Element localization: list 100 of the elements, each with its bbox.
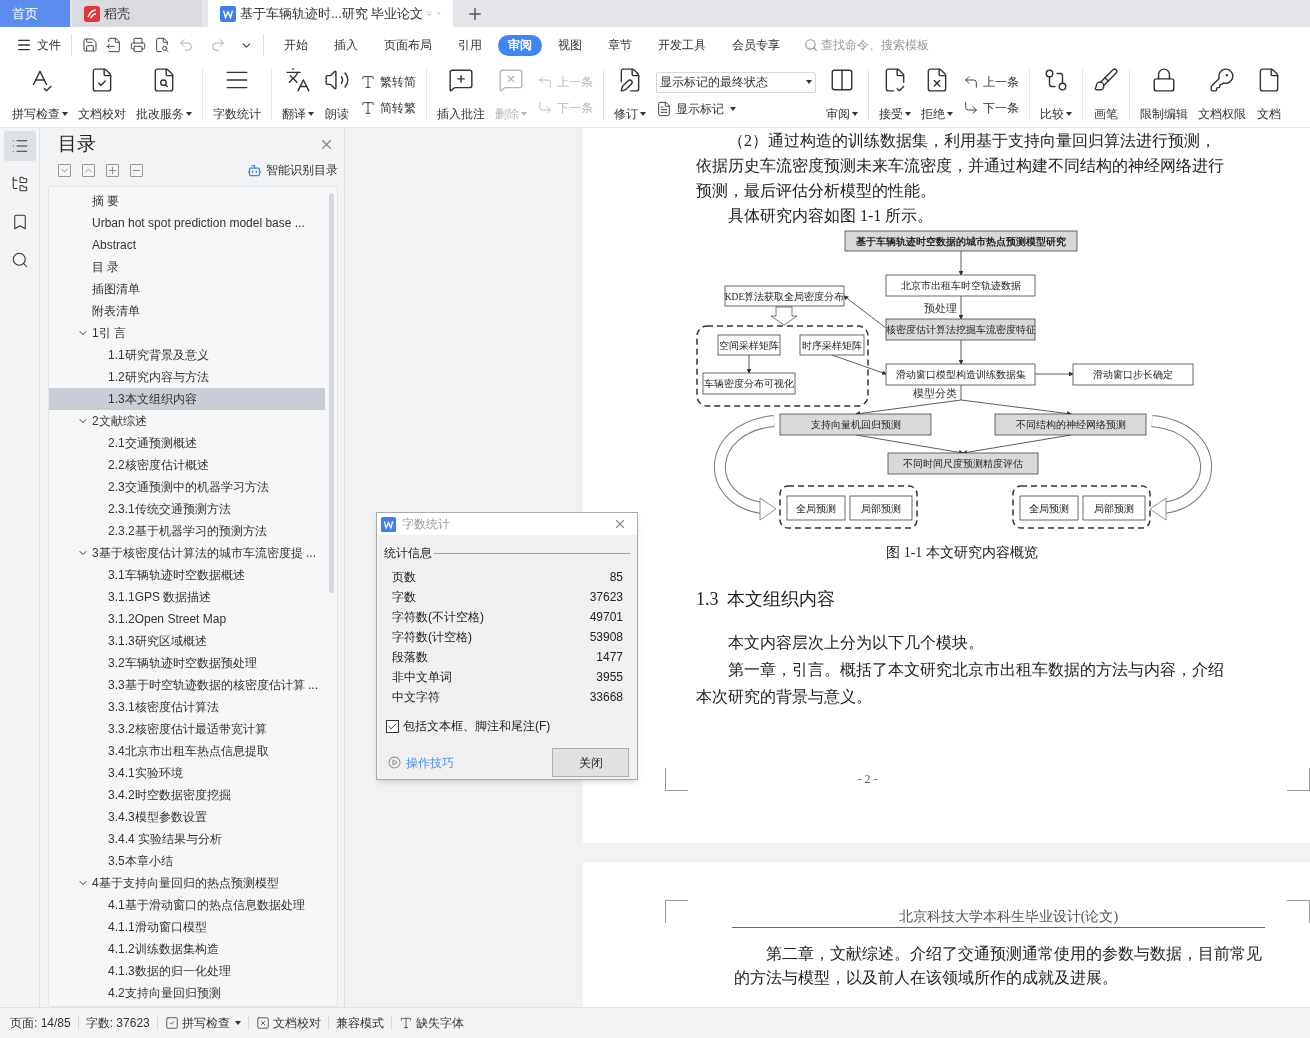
- ribbon-tab[interactable]: 插入: [324, 34, 368, 56]
- caret-icon: [1066, 112, 1072, 116]
- toc-item[interactable]: 摘 要: [49, 190, 325, 212]
- ribbon-button[interactable]: 审阅: [826, 67, 858, 123]
- save-icon[interactable]: [82, 37, 98, 53]
- toc-item[interactable]: 3.4北京市出租车热点信息提取: [49, 740, 325, 762]
- toc-item[interactable]: 3.1.3研究区域概述: [49, 630, 325, 652]
- status-item[interactable]: 拼写检查: [164, 1014, 241, 1032]
- toc-item[interactable]: 附表清单: [49, 300, 325, 322]
- ribbon-button[interactable]: 繁转简: [360, 72, 416, 92]
- ribbon-tab[interactable]: 视图: [548, 34, 592, 56]
- ribbon-button[interactable]: 翻译: [282, 67, 314, 123]
- ribbon-tab[interactable]: 开始: [274, 34, 318, 56]
- toc-item[interactable]: 3.5本章小结: [49, 850, 325, 872]
- close-icon[interactable]: [613, 517, 627, 531]
- ribbon-tab[interactable]: 页面布局: [374, 34, 442, 56]
- dialog-title: 字数统计: [402, 516, 450, 533]
- toc-item[interactable]: 3.4.2时空数据密度挖掘: [49, 784, 325, 806]
- ribbon-button[interactable]: 接受: [879, 67, 911, 123]
- edge-label: 模型分类: [913, 387, 957, 399]
- print-icon[interactable]: [130, 37, 146, 53]
- collapse-icon[interactable]: [58, 163, 71, 177]
- ribbon-button[interactable]: 朗读: [324, 67, 350, 123]
- toc-item[interactable]: 4.2支持向量回归预测: [49, 982, 325, 1004]
- checkbox[interactable]: [386, 719, 399, 733]
- ribbon-button[interactable]: 文档校对: [78, 67, 126, 123]
- ribbon-tab[interactable]: 开发工具: [648, 34, 716, 56]
- flow-box: KDE算法获取全局密度分布: [724, 285, 845, 307]
- toc-item[interactable]: 3.1.1GPS 数据描述: [49, 586, 325, 608]
- scrollbar-thumb[interactable]: [329, 193, 334, 593]
- ribbon-button[interactable]: 修订: [614, 67, 646, 123]
- toc-item[interactable]: 2.2核密度估计概述: [49, 454, 325, 476]
- ribbon-button[interactable]: 批改服务: [136, 67, 192, 123]
- toc-item[interactable]: 3.2车辆轨迹时空数据预处理: [49, 652, 325, 674]
- toc-item[interactable]: 3.4.3模型参数设置: [49, 806, 325, 828]
- toc-item[interactable]: Urban hot spot prediction model base ...: [49, 212, 325, 234]
- toc-item[interactable]: 4.1.1滑动窗口模型: [49, 916, 325, 938]
- toc-item[interactable]: 2.3交通预测中的机器学习方法: [49, 476, 325, 498]
- toc-item[interactable]: 插图清单: [49, 278, 325, 300]
- toc-item[interactable]: 3.4.1实验环境: [49, 762, 325, 784]
- ribbon-button[interactable]: 画笔: [1093, 67, 1119, 123]
- expand-icon[interactable]: [82, 163, 95, 177]
- ribbon-button[interactable]: 下一条: [963, 98, 1019, 118]
- ribbon-button[interactable]: 文档: [1256, 67, 1282, 123]
- toc-item[interactable]: 4.1.3数据的归一化处理: [49, 960, 325, 982]
- toc-item[interactable]: 3.3.2核密度估计最适带宽计算: [49, 718, 325, 740]
- toc-item[interactable]: 1.2研究内容与方法: [49, 366, 325, 388]
- ribbon-button[interactable]: 字数统计: [213, 67, 261, 123]
- ribbon-tab[interactable]: 审阅: [498, 34, 542, 56]
- status-item[interactable]: 缺失字体: [398, 1014, 464, 1032]
- show-markup-button[interactable]: 显示标记: [656, 98, 816, 119]
- ribbon-button[interactable]: 比较: [1040, 67, 1072, 123]
- toc-item[interactable]: 2.3.1传统交通预测方法: [49, 498, 325, 520]
- ribbon-button[interactable]: 上一条: [963, 72, 1019, 92]
- status-item[interactable]: 文档校对: [255, 1014, 321, 1032]
- ribbon-button[interactable]: 文档权限: [1198, 67, 1246, 123]
- ribbon-button[interactable]: 简转繁: [360, 98, 416, 118]
- redo-icon[interactable]: [210, 37, 226, 53]
- ribbon-button[interactable]: 拒绝: [921, 67, 953, 123]
- print-preview-icon[interactable]: [154, 37, 170, 53]
- status-item: 兼容模式: [335, 1015, 384, 1032]
- ribbon-tab[interactable]: 章节: [598, 34, 642, 56]
- toc-item[interactable]: 3.3.1核密度估计算法: [49, 696, 325, 718]
- side-nav-button[interactable]: [3, 131, 36, 161]
- file-menu[interactable]: 文件: [16, 36, 61, 54]
- toc-item[interactable]: 1.3本文组织内容: [49, 388, 325, 410]
- add-icon[interactable]: [106, 163, 119, 177]
- minus-icon[interactable]: [130, 163, 143, 177]
- export-icon[interactable]: [106, 37, 122, 53]
- toc-item[interactable]: 4基于支持向量回归的热点预测模型: [49, 872, 325, 894]
- crop-mark: [1287, 900, 1310, 923]
- paragraph: （2）通过构造的训练数据集，利用基于支持向量回归算法进行预测，依据历史车流密度预测未来车流密度，并通过构建不同结构的神经网络进行预测，最后评估分析模型的性能。: [696, 131, 1225, 201]
- toc-item[interactable]: 4.1.2训练数据集构造: [49, 938, 325, 960]
- close-button[interactable]: 关闭: [552, 748, 629, 777]
- toc-item[interactable]: 3.3基于时空轨迹数据的核密度估计算 ...: [49, 674, 325, 696]
- toc-item[interactable]: 3.4.4 实验结果与分析: [49, 828, 325, 850]
- toc-item[interactable]: 3.1车辆轨迹时空数据概述: [49, 564, 325, 586]
- stat-label: 字数: [392, 589, 416, 606]
- ribbon-tab[interactable]: 会员专享: [722, 34, 790, 56]
- toc-item[interactable]: 4.1基于滑动窗口的热点信息数据处理: [49, 894, 325, 916]
- toc-item[interactable]: Abstract: [49, 234, 325, 256]
- toc-item[interactable]: 1.1研究背景及意义: [49, 344, 325, 366]
- markup-select[interactable]: 显示标记的最终状态: [656, 71, 816, 93]
- toc-item[interactable]: 2.1交通预测概述: [49, 432, 325, 454]
- toc-item[interactable]: 目 录: [49, 256, 325, 278]
- smart-toc-button[interactable]: 智能识别目录: [247, 161, 338, 179]
- undo-icon[interactable]: [178, 37, 194, 53]
- toc-item[interactable]: 1引 言: [49, 322, 325, 344]
- ribbon-button[interactable]: 限制编辑: [1140, 67, 1188, 123]
- app-tab[interactable]: 稻壳: [72, 0, 202, 27]
- toc-item[interactable]: 2文献综述: [49, 410, 325, 432]
- toc-item[interactable]: 3.1.2Open Street Map: [49, 608, 325, 630]
- toc-item[interactable]: 3基于核密度估计算法的城市车流密度提 ...: [49, 542, 325, 564]
- caret-icon: [947, 112, 953, 116]
- ribbon-button[interactable]: 插入批注: [437, 67, 485, 123]
- ribbon-button[interactable]: 拼写检查: [12, 67, 68, 123]
- toc-item[interactable]: 2.3.2基于机器学习的预测方法: [49, 520, 325, 542]
- crop-mark: [665, 900, 688, 923]
- flow-box: 局部预测: [1082, 495, 1146, 521]
- ribbon-tab[interactable]: 引用: [448, 34, 492, 56]
